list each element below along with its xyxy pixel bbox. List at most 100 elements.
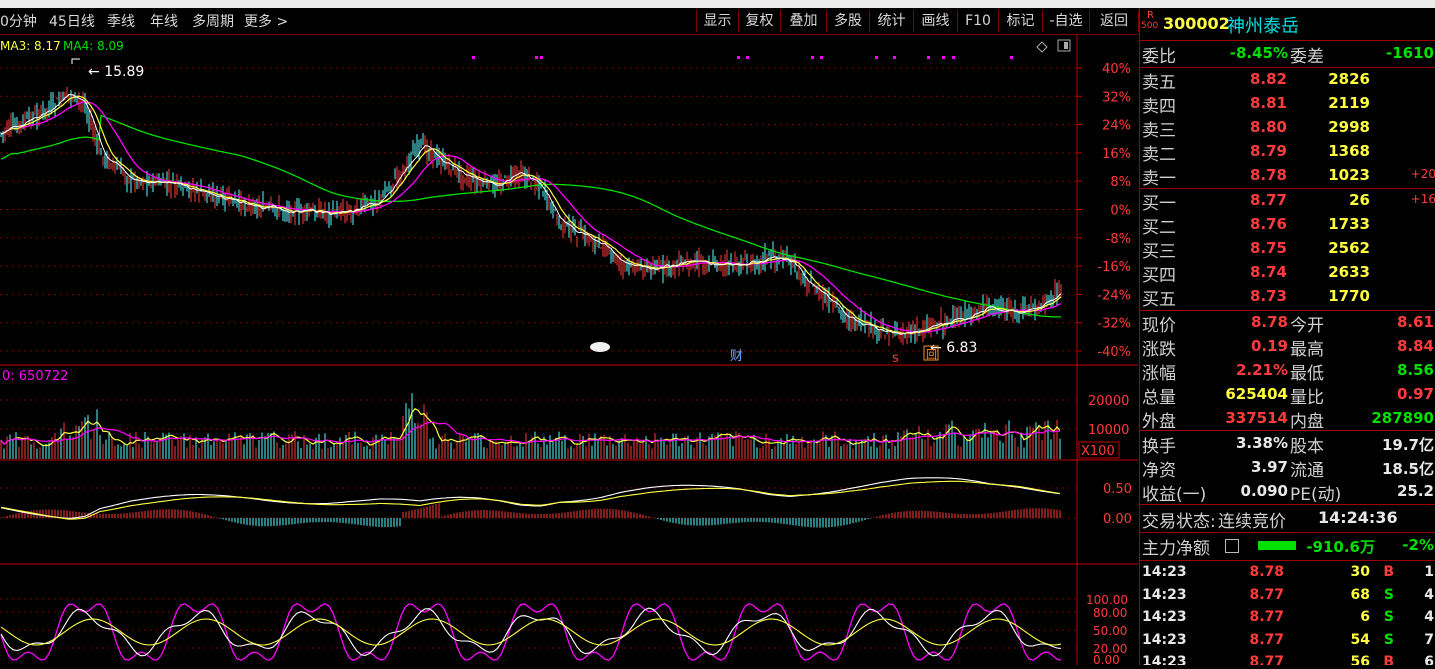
stat2-row: 换手 3.38% 股本 19.7亿: [1140, 432, 1435, 457]
event-s-marker[interactable]: s: [892, 351, 899, 366]
ask-row[interactable]: 卖三 8.80 2998: [1140, 116, 1435, 141]
macd-axis: 0.50 0.00: [1103, 482, 1132, 527]
event-dot: [952, 56, 955, 59]
statistics-button[interactable]: 统计: [869, 10, 913, 32]
bid-volume: 1733: [1328, 215, 1370, 233]
volume-bars: [0, 393, 1061, 459]
event-dot: [540, 56, 543, 59]
svg-text:20000: 20000: [1088, 394, 1129, 409]
f10-button[interactable]: F10: [957, 10, 998, 32]
bid-row[interactable]: 买一 8.77 26 +16: [1140, 189, 1435, 214]
chart-area[interactable]: 40% 32% 24% 16% 8% 0% -8% -16% -24% -32% -40% MA3:…: [0, 34, 1138, 667]
ask-price: 8.81: [1249, 94, 1287, 112]
event-dot: [746, 56, 749, 59]
event-dot: [820, 56, 823, 59]
ask-row[interactable]: 卖四 8.81 2119: [1140, 92, 1435, 117]
stat-label: 涨幅: [1142, 364, 1176, 384]
event-dot: [1010, 56, 1013, 59]
tick-row[interactable]: 14:23 8.77 68 S 4: [1140, 585, 1435, 609]
tick-row[interactable]: 14:23 8.78 30 B 1: [1140, 562, 1435, 586]
bid-label: 买四: [1142, 266, 1176, 286]
bid-row[interactable]: 买二 8.76 1733: [1140, 213, 1435, 238]
tick-count: 1: [1424, 564, 1434, 580]
bid-label: 买一: [1142, 194, 1176, 214]
stat-label: 净资: [1142, 461, 1176, 481]
stat-row: 外盘 337514 内盘 287890: [1140, 407, 1435, 432]
tick-row[interactable]: 14:23 8.77 54 S 7: [1140, 630, 1435, 654]
mark-button[interactable]: 标记: [998, 10, 1042, 32]
svg-text:100.00: 100.00: [1086, 593, 1128, 607]
adjust-right-button[interactable]: 复权: [738, 10, 780, 32]
bid-label: 买三: [1142, 242, 1176, 262]
svg-text:50.00: 50.00: [1093, 624, 1127, 638]
bid-row[interactable]: 买四 8.74 2633: [1140, 261, 1435, 286]
ask-row[interactable]: 卖一 8.78 1023 +20: [1140, 164, 1435, 189]
stat-row: 现价 8.78 今开 8.61: [1140, 311, 1435, 336]
chart-toolbar: 0分钟 45日线 季线 年线 多周期 更多 > 显示 复权 叠加 多股 统计 画…: [0, 8, 1139, 35]
svg-text:80.00: 80.00: [1093, 606, 1127, 620]
stat2-row: 收益(一) 0.090 PE(动) 25.2: [1140, 480, 1435, 505]
stat-label: 外盘: [1142, 412, 1176, 432]
stat-row: 涨跌 0.19 最高 8.84: [1140, 335, 1435, 360]
bid-volume: 26: [1349, 191, 1370, 209]
stat-label: 量比: [1290, 388, 1324, 408]
stat-value: 25.2: [1396, 482, 1434, 500]
ask-volume: 1368: [1328, 142, 1370, 160]
period-45day-button[interactable]: 45日线: [49, 11, 95, 31]
stat2-row: 净资 3.97 流通 18.5亿: [1140, 456, 1435, 481]
svg-text:10000: 10000: [1088, 423, 1129, 438]
tick-price: 8.78: [1249, 564, 1284, 580]
chart-corner-icons[interactable]: [1036, 39, 1071, 53]
svg-text:X100: X100: [1081, 444, 1115, 459]
stock-code: 300002: [1163, 14, 1230, 33]
period-year-button[interactable]: 年线: [150, 11, 178, 31]
price-tick: 0%: [1110, 204, 1131, 219]
ask-volume: 1023: [1328, 166, 1370, 184]
ma-green-line: [0, 114, 1061, 318]
overlay-button[interactable]: 叠加: [780, 10, 826, 32]
period-multi-button[interactable]: 多周期: [192, 11, 234, 31]
stat-label: 今开: [1290, 316, 1324, 336]
ask-volume: 2998: [1328, 118, 1370, 136]
draw-line-button[interactable]: 画线: [913, 10, 957, 32]
badge-bottom: 500: [1141, 21, 1159, 31]
tick-volume: 56: [1350, 654, 1370, 665]
diamond-icon: [1036, 41, 1048, 53]
price-tick: -8%: [1106, 232, 1131, 247]
stat-value: 8.84: [1396, 337, 1434, 355]
tick-row[interactable]: 14:23 8.77 56 B 6: [1140, 652, 1435, 665]
tick-row[interactable]: 14:23 8.77 6 S 4: [1140, 607, 1435, 631]
stat-value: 8.78: [1250, 313, 1288, 331]
ask-label: 卖四: [1142, 97, 1176, 117]
tick-volume: 6: [1360, 609, 1370, 625]
bid-row[interactable]: 买五 8.73 1770: [1140, 285, 1435, 310]
low-price-label: ← 6.83: [930, 340, 977, 356]
display-button[interactable]: 显示: [696, 10, 738, 32]
price-tick: 24%: [1102, 119, 1131, 134]
stock-name: 神州泰岳: [1227, 16, 1299, 37]
period-more-button[interactable]: 更多 >: [244, 11, 288, 31]
price-tick: -24%: [1097, 288, 1131, 303]
financial-report-marker[interactable]: 财: [730, 349, 743, 364]
stat-value: 3.38%: [1235, 434, 1288, 452]
stat-value: 287890: [1371, 409, 1434, 427]
list-icon[interactable]: [1225, 539, 1239, 553]
stat-row: 总量 625404 量比 0.97: [1140, 383, 1435, 408]
ask-row[interactable]: 卖五 8.82 2826: [1140, 68, 1435, 93]
ask-price: 8.79: [1249, 142, 1287, 160]
ma-white-line: [0, 93, 1062, 335]
stock-header[interactable]: R 500 300002 神州泰岳: [1140, 10, 1435, 40]
ask-row[interactable]: 卖二 8.79 1368: [1140, 140, 1435, 165]
bid-row[interactable]: 买三 8.75 2562: [1140, 237, 1435, 262]
price-tick: 16%: [1102, 147, 1131, 162]
back-button[interactable]: 返回: [1089, 10, 1139, 32]
weibi-value: -8.45%: [1229, 44, 1288, 62]
period-10min-button[interactable]: 0分钟: [0, 11, 37, 31]
ask-volume: 2826: [1328, 70, 1370, 88]
tick-volume: 68: [1350, 586, 1370, 603]
multi-stock-button[interactable]: 多股: [826, 10, 869, 32]
stat-label: 换手: [1142, 437, 1176, 457]
watchlist-button[interactable]: -自选: [1042, 10, 1089, 32]
period-quarter-button[interactable]: 季线: [107, 11, 135, 31]
price-tick: 32%: [1102, 90, 1131, 105]
